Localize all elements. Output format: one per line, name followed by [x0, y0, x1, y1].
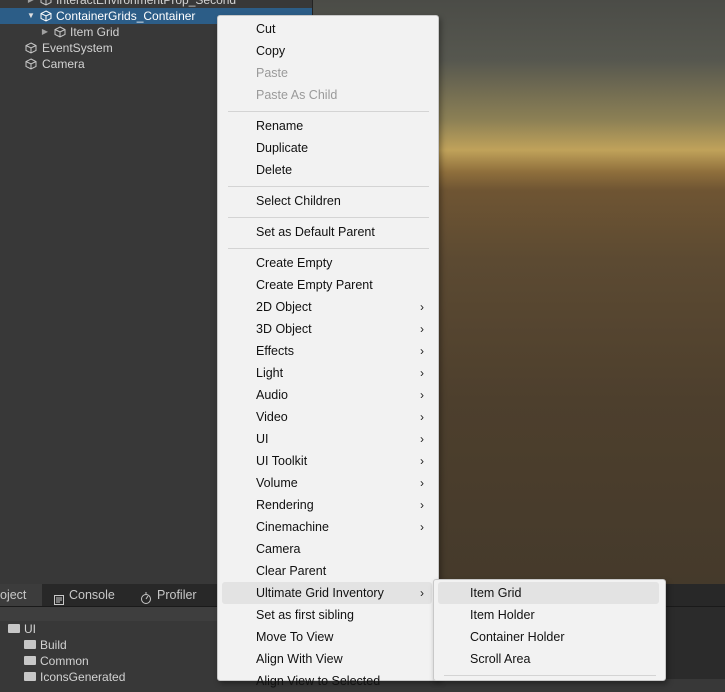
chevron-right-icon: ›	[420, 586, 424, 600]
submenu-ultimate-grid-inventory: Item Grid Item Holder Container Holder S…	[433, 579, 666, 681]
menu-item-video[interactable]: Video ›	[222, 406, 432, 428]
menu-item-duplicate[interactable]: Duplicate	[222, 137, 432, 159]
menu-item-3d-object[interactable]: 3D Object ›	[222, 318, 432, 340]
chevron-right-icon: ›	[420, 454, 424, 468]
expand-arrow-icon[interactable]: ▶	[40, 24, 50, 40]
menu-item-ultimate-grid-inventory[interactable]: Ultimate Grid Inventory ›	[222, 582, 432, 604]
project-folder-iconsgenerated[interactable]: IconsGenerated	[24, 669, 125, 685]
chevron-right-icon: ›	[420, 344, 424, 358]
folder-label: IconsGenerated	[40, 670, 126, 684]
menu-separator	[444, 675, 656, 676]
folder-icon	[24, 656, 36, 665]
chevron-right-icon: ›	[420, 388, 424, 402]
menu-item-paste: Paste	[256, 66, 288, 80]
menu-item-audio[interactable]: Audio ›	[222, 384, 432, 406]
menu-item-delete[interactable]: Delete	[222, 159, 432, 181]
tab-label: oject	[0, 588, 27, 602]
menu-item-clear-parent[interactable]: Clear Parent	[222, 560, 432, 582]
chevron-right-icon: ›	[420, 322, 424, 336]
chevron-right-icon: ›	[420, 432, 424, 446]
gameobject-cube-icon	[25, 42, 37, 54]
submenu-item-item-grid[interactable]: Item Grid	[438, 582, 659, 604]
menu-item-copy[interactable]: Copy	[222, 40, 432, 62]
menu-separator	[228, 111, 429, 112]
expand-arrow-icon[interactable]: ▶	[26, 0, 36, 8]
menu-item-create-empty[interactable]: Create Empty	[222, 252, 432, 274]
project-folder-ui[interactable]: UI	[8, 621, 36, 637]
hierarchy-item-label: InteractEnvironmentProp_Second	[56, 0, 237, 7]
menu-item-cinemachine[interactable]: Cinemachine ›	[222, 516, 432, 538]
hierarchy-item-interact-environment-prop[interactable]: ▶ InteractEnvironmentProp_Second	[0, 0, 312, 8]
tab-project[interactable]: oject	[0, 584, 42, 606]
gameobject-cube-icon	[40, 10, 52, 22]
tab-label: Console	[69, 588, 115, 602]
chevron-right-icon: ›	[420, 410, 424, 424]
gameobject-cube-icon	[25, 58, 37, 70]
hierarchy-item-label: Item Grid	[70, 25, 120, 39]
folder-label: Common	[40, 654, 89, 668]
inspector-strip	[664, 607, 725, 679]
gameobject-cube-icon	[40, 0, 52, 6]
project-folder-common[interactable]: Common	[24, 653, 89, 669]
tab-console[interactable]: Console	[52, 584, 132, 606]
menu-item-volume[interactable]: Volume ›	[222, 472, 432, 494]
menu-item-align-with-view[interactable]: Align With View	[222, 648, 432, 670]
menu-item-create-empty-parent[interactable]: Create Empty Parent	[222, 274, 432, 296]
tab-profiler[interactable]: Profiler	[138, 584, 218, 606]
project-folder-build[interactable]: Build	[24, 637, 67, 653]
menu-separator	[228, 217, 429, 218]
hierarchy-item-label: Camera	[42, 57, 85, 71]
profiler-icon	[140, 589, 152, 604]
chevron-right-icon: ›	[420, 498, 424, 512]
menu-item-rename[interactable]: Rename	[222, 115, 432, 137]
hierarchy-item-label: EventSystem	[42, 41, 113, 55]
tab-label: Profiler	[157, 588, 197, 602]
menu-item-paste-as-child: Paste As Child	[256, 88, 338, 102]
menu-item-select-children[interactable]: Select Children	[222, 190, 432, 212]
chevron-right-icon: ›	[420, 520, 424, 534]
folder-open-icon	[8, 624, 20, 633]
console-icon	[54, 590, 64, 605]
menu-item-light[interactable]: Light ›	[222, 362, 432, 384]
chevron-right-icon: ›	[420, 300, 424, 314]
folder-icon	[24, 672, 36, 681]
menu-item-2d-object[interactable]: 2D Object ›	[222, 296, 432, 318]
folder-icon	[24, 640, 36, 649]
menu-item-align-view-to-selected[interactable]: Align View to Selected	[222, 670, 432, 692]
menu-item-move-to-view[interactable]: Move To View	[222, 626, 432, 648]
gameobject-cube-icon	[54, 26, 66, 38]
menu-item-ui-toolkit[interactable]: UI Toolkit ›	[222, 450, 432, 472]
folder-label: UI	[24, 622, 36, 636]
menu-item-effects[interactable]: Effects ›	[222, 340, 432, 362]
menu-item-ui[interactable]: UI ›	[222, 428, 432, 450]
menu-separator	[228, 186, 429, 187]
collapse-arrow-icon[interactable]: ▼	[26, 8, 36, 24]
context-menu: Cut Copy Paste Paste As Child Rename Dup…	[217, 15, 439, 688]
menu-item-rendering[interactable]: Rendering ›	[222, 494, 432, 516]
menu-item-set-first-sibling[interactable]: Set as first sibling	[222, 604, 432, 626]
hierarchy-item-label: ContainerGrids_Container	[56, 9, 196, 23]
chevron-right-icon: ›	[420, 366, 424, 380]
chevron-right-icon: ›	[420, 476, 424, 490]
menu-item-camera[interactable]: Camera	[222, 538, 432, 560]
menu-item-set-default-parent[interactable]: Set as Default Parent	[222, 221, 432, 243]
submenu-item-scroll-area[interactable]: Scroll Area	[438, 648, 659, 670]
menu-separator	[228, 248, 429, 249]
folder-label: Build	[40, 638, 67, 652]
submenu-item-container-holder[interactable]: Container Holder	[438, 626, 659, 648]
submenu-item-item-holder[interactable]: Item Holder	[438, 604, 659, 626]
menu-item-cut[interactable]: Cut	[222, 18, 432, 40]
